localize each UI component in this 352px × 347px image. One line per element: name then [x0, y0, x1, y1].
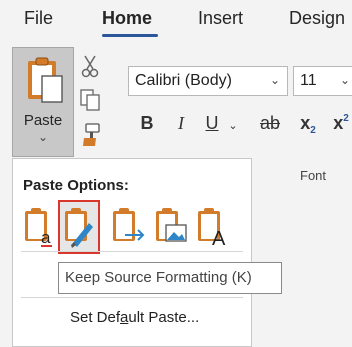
chevron-down-icon[interactable]: ⌄ — [270, 73, 280, 87]
subscript-label: x — [300, 113, 311, 133]
paste-option-use-destination-theme[interactable]: a — [19, 201, 59, 253]
keep-source-formatting-tooltip: Keep Source Formatting (K) — [58, 262, 282, 294]
strikethrough-button[interactable]: ab — [257, 113, 283, 141]
cut-icon[interactable] — [80, 54, 100, 78]
paste-clipboard-icon — [28, 57, 63, 103]
paste-options-menu: Paste Options: a A Set Default Paste... — [12, 158, 252, 347]
subscript-mark: 2 — [310, 125, 316, 136]
paste-keep-source-formatting-icon — [65, 208, 93, 248]
paste-options-title: Paste Options: — [23, 177, 129, 194]
font-group-label: Font — [300, 168, 327, 183]
paste-option-keep-text-only[interactable]: A — [194, 201, 234, 253]
font-size-combo[interactable]: 11 ⌄ — [293, 66, 352, 96]
paste-keep-text-only-icon: A — [198, 208, 226, 250]
svg-text:A: A — [212, 228, 226, 250]
font-name-combo[interactable]: Calibri (Body) ⌄ — [128, 66, 288, 96]
set-default-paste-item[interactable]: Set Default Paste... — [70, 309, 199, 326]
underline-dropdown-icon[interactable]: ⌄ — [228, 119, 238, 147]
font-size-value: 11 — [300, 72, 317, 89]
menu-divider — [21, 251, 243, 252]
superscript-button[interactable]: x2 — [330, 113, 352, 141]
set-default-prefix: Set Def — [70, 309, 121, 326]
underline-button[interactable]: U — [203, 113, 221, 141]
format-painter-icon[interactable] — [78, 122, 102, 148]
paste-use-destination-theme-icon: a — [25, 208, 52, 247]
tab-insert[interactable]: Insert — [198, 8, 243, 29]
superscript-mark: 2 — [343, 113, 349, 124]
italic-button[interactable]: I — [172, 113, 190, 141]
chevron-down-icon[interactable]: ⌄ — [340, 73, 350, 87]
paste-merge-formatting-icon — [113, 208, 145, 241]
paste-picture-icon — [156, 208, 187, 242]
tab-home[interactable]: Home — [102, 8, 152, 29]
paste-option-merge-formatting[interactable] — [109, 201, 149, 253]
copy-icon[interactable] — [78, 88, 102, 112]
paste-option-picture[interactable] — [152, 201, 192, 253]
svg-text:a: a — [41, 228, 51, 247]
paste-label: Paste — [23, 112, 63, 129]
bold-button[interactable]: B — [138, 113, 156, 141]
tab-file[interactable]: File — [24, 8, 53, 29]
superscript-label: x — [333, 113, 344, 133]
menu-divider — [21, 297, 243, 298]
paste-option-keep-source-formatting[interactable] — [58, 200, 100, 254]
active-tab-indicator — [102, 34, 158, 37]
set-default-suffix: ult Paste... — [128, 309, 200, 326]
chevron-down-icon[interactable]: ⌄ — [13, 130, 73, 144]
tab-design[interactable]: Design — [289, 8, 345, 29]
subscript-button[interactable]: x2 — [297, 113, 319, 141]
paste-button[interactable]: Paste ⌄ — [12, 47, 74, 157]
font-name-value: Calibri (Body) — [135, 72, 232, 89]
